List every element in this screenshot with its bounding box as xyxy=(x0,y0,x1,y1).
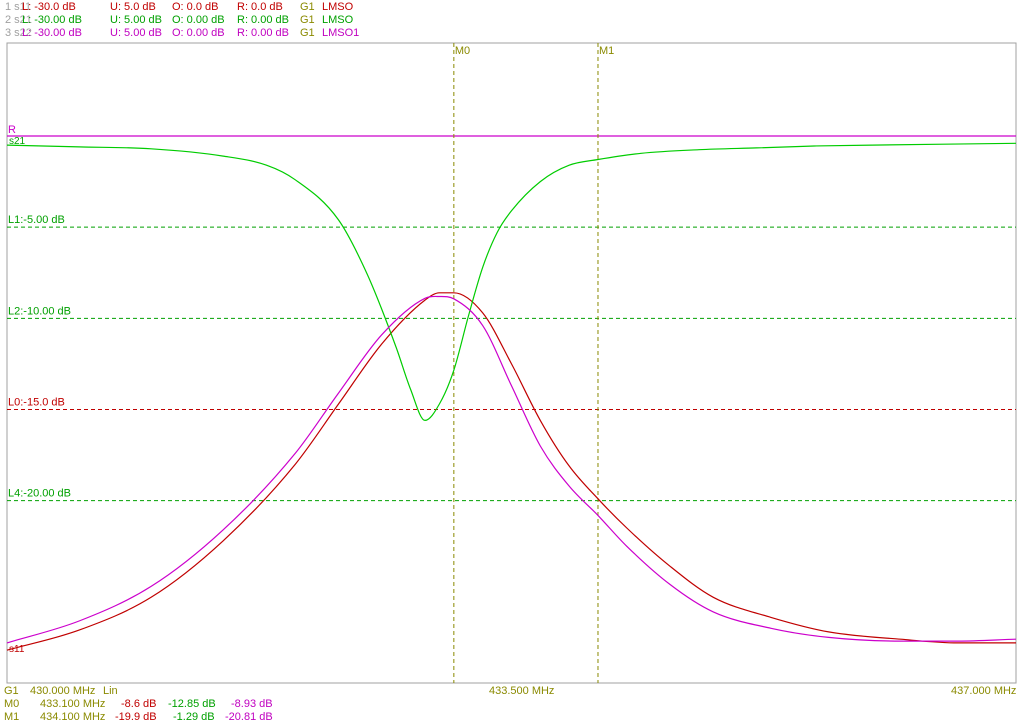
limit-line-label-1: L1:-5.00 dB xyxy=(8,214,65,226)
trace-tag-s11: s11 xyxy=(9,644,25,655)
marker-m1-s22: -20.81 dB xyxy=(225,711,273,723)
marker-m0-freq: 433.100 MHz xyxy=(40,698,106,710)
marker-m0-name: M0 xyxy=(4,698,20,710)
marker-m1-s11: -19.9 dB xyxy=(115,711,157,723)
traces xyxy=(6,142,1017,651)
limit-line-label-2: L2:-10.00 dB xyxy=(8,305,71,317)
center-frequency: 433.500 MHz xyxy=(489,685,555,697)
marker-m0-s22: -8.93 dB xyxy=(231,698,273,710)
marker-m0-s21: -12.85 dB xyxy=(168,698,216,710)
trace-s21 xyxy=(6,142,1017,422)
limit-line-label-4: L4:-20.00 dB xyxy=(8,488,71,500)
marker-label-m1: M1 xyxy=(599,45,614,57)
marker-m0-s11: -8.6 dB xyxy=(121,698,157,710)
trace-s22 xyxy=(6,295,1017,644)
trace-tag-s21: s21 xyxy=(9,136,26,147)
limit-line-label-3: L0:-15.0 dB xyxy=(8,397,65,409)
vna-display: 1 s11 L: -30.0 dB U: 5.0 dB O: 0.0 dB R: 0.0… xyxy=(0,0,1020,726)
start-frequency: 430.000 MHz xyxy=(30,685,96,697)
sweep-scale: Lin xyxy=(103,685,118,697)
trace-s11 xyxy=(6,292,1016,651)
marker-m1-name: M1 xyxy=(4,711,20,723)
reference-level-label: R xyxy=(8,124,16,136)
marker-m1-s21: -1.29 dB xyxy=(173,711,215,723)
plot-area[interactable]: R L1:-5.00 dB L2:-10.00 dB L0:-15.0 dB L4:-2… xyxy=(0,0,1020,726)
marker-m1-freq: 434.100 MHz xyxy=(40,711,106,723)
reference-lines xyxy=(7,135,1016,502)
marker-label-m0: M0 xyxy=(455,45,470,57)
stop-frequency: 437.000 MHz xyxy=(951,685,1017,697)
graph-label: G1 xyxy=(4,685,19,697)
marker-lines xyxy=(453,43,599,683)
